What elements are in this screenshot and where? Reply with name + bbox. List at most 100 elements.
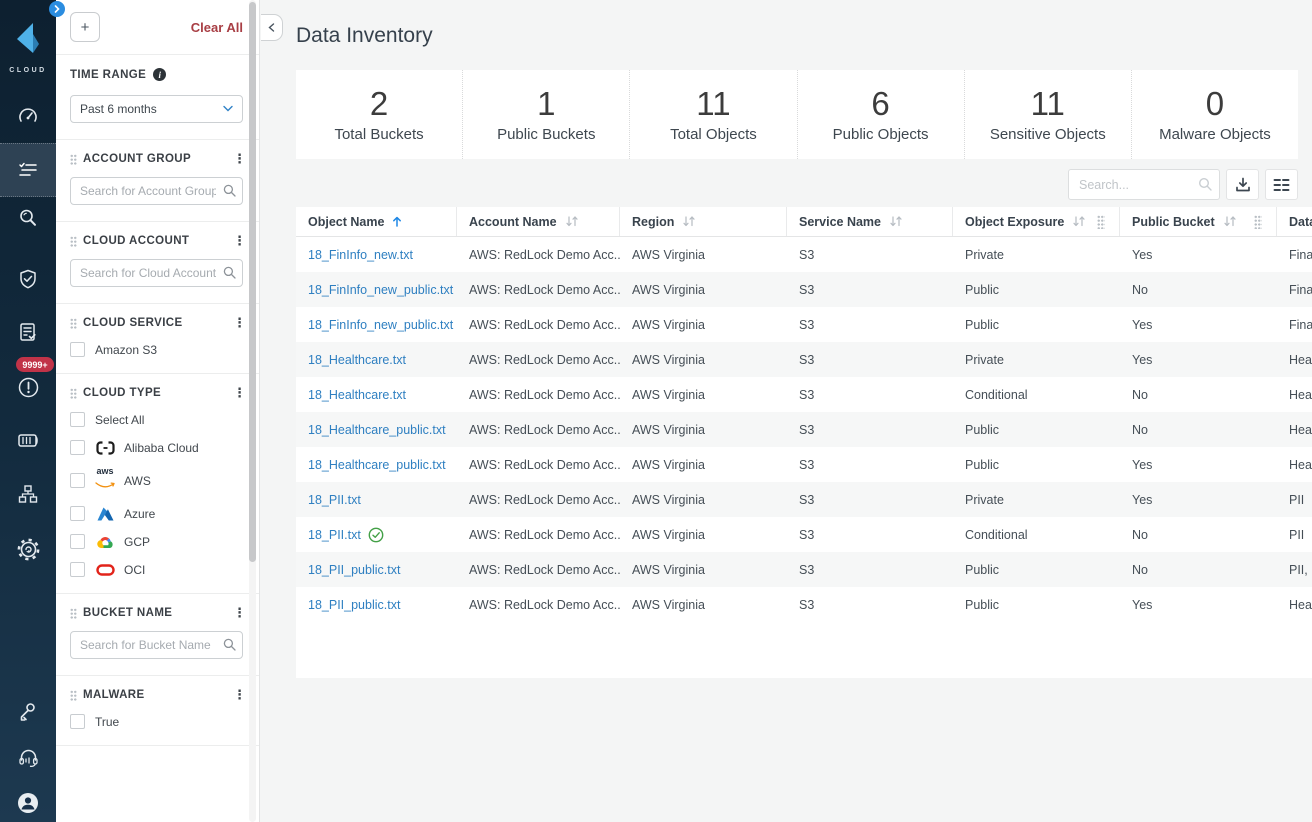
public-bucket-cell: No: [1132, 423, 1148, 437]
cloud-account-search-input[interactable]: [70, 259, 243, 287]
object-name-link[interactable]: 18_Healthcare.txt: [308, 388, 406, 402]
clear-all-filters-button[interactable]: Clear All: [191, 20, 243, 35]
sidebar-item-reports[interactable]: [0, 310, 56, 354]
stat-public-objects[interactable]: 6Public Objects: [797, 70, 964, 159]
column-header-region[interactable]: Region: [620, 207, 787, 236]
checkbox[interactable]: [70, 342, 85, 357]
section-menu-button[interactable]: ⋮: [233, 236, 243, 246]
stat-total-buckets[interactable]: 2Total Buckets: [296, 70, 462, 159]
region-cell: AWS Virginia: [632, 353, 705, 367]
filter-section-malware: MALWARE⋮True: [56, 676, 259, 746]
checkbox-option-gcp[interactable]: GCP: [70, 534, 243, 549]
gcp-icon: [96, 535, 115, 549]
sort-icon[interactable]: [889, 216, 903, 227]
column-drag-handle-icon[interactable]: [1097, 215, 1105, 229]
column-header-object-name[interactable]: Object Name: [296, 207, 457, 236]
stat-value: 11: [696, 86, 730, 122]
checkbox[interactable]: [70, 562, 85, 577]
info-icon[interactable]: i: [153, 68, 166, 81]
checkbox-option-amazon-s3[interactable]: Amazon S3: [70, 342, 243, 357]
section-menu-button[interactable]: ⋮: [233, 318, 243, 328]
checkbox[interactable]: [70, 440, 85, 455]
column-label: Object Exposure: [965, 215, 1064, 229]
sidebar-item-profile[interactable]: [0, 781, 56, 822]
sort-ascending-icon[interactable]: [392, 216, 402, 227]
sidebar-item-network[interactable]: [0, 472, 56, 516]
sidebar-item-settings[interactable]: [0, 527, 56, 571]
checkbox-option-select-all[interactable]: Select All: [70, 412, 243, 427]
prisma-cloud-logo[interactable]: CLOUD: [0, 22, 56, 74]
sort-icon[interactable]: [565, 216, 579, 227]
bucket-name-search-input[interactable]: [70, 631, 243, 659]
sidebar-item-compute[interactable]: [0, 418, 56, 462]
column-drag-handle-icon[interactable]: [1254, 215, 1262, 229]
object-name-link[interactable]: 18_Healthcare.txt: [308, 353, 406, 367]
drag-handle-icon[interactable]: [70, 318, 77, 329]
checkbox[interactable]: [70, 412, 85, 427]
object-exposure-cell: Private: [965, 493, 1004, 507]
stat-sensitive-objects[interactable]: 11Sensitive Objects: [964, 70, 1131, 159]
sidebar-expand-toggle[interactable]: [49, 1, 65, 17]
object-name-link[interactable]: 18_FinInfo_new_public.txt: [308, 283, 453, 297]
download-button[interactable]: [1226, 169, 1259, 200]
sidebar-item-inventory[interactable]: [0, 148, 56, 192]
column-settings-button[interactable]: [1265, 169, 1298, 200]
checkbox-option-oci[interactable]: OCI: [70, 562, 243, 577]
data-profile-cell: Financ: [1289, 248, 1312, 262]
sidebar-item-compliance[interactable]: [0, 257, 56, 301]
section-menu-button[interactable]: ⋮: [233, 388, 243, 398]
filter-scrollbar-thumb[interactable]: [249, 2, 256, 562]
checkbox[interactable]: [70, 506, 85, 521]
checkbox-option-aws[interactable]: awsAWS: [70, 468, 243, 493]
section-menu-button[interactable]: ⋮: [233, 690, 243, 700]
object-name-link[interactable]: 18_Healthcare_public.txt: [308, 423, 446, 437]
sidebar-item-support[interactable]: [0, 736, 56, 780]
drag-handle-icon[interactable]: [70, 154, 77, 165]
summary-stats-card: 2Total Buckets1Public Buckets11Total Obj…: [296, 70, 1298, 159]
object-name-link[interactable]: 18_PII.txt: [308, 493, 361, 507]
drag-handle-icon[interactable]: [70, 608, 77, 619]
public-bucket-cell: Yes: [1132, 598, 1152, 612]
sort-icon[interactable]: [1072, 216, 1086, 227]
stat-malware-objects[interactable]: 0Malware Objects: [1131, 70, 1298, 159]
checkbox[interactable]: [70, 714, 85, 729]
column-header-data-profile[interactable]: Data Profile: [1277, 207, 1312, 236]
sort-icon[interactable]: [1223, 216, 1237, 227]
section-menu-button[interactable]: ⋮: [233, 608, 243, 618]
checkbox-option-true[interactable]: True: [70, 714, 243, 729]
time-range-select[interactable]: Past 6 months: [70, 95, 243, 123]
checkbox-option-alibaba-cloud[interactable]: Alibaba Cloud: [70, 440, 243, 455]
account-group-search-input[interactable]: [70, 177, 243, 205]
object-name-link[interactable]: 18_FinInfo_new_public.txt: [308, 318, 453, 332]
data-profile-cell: Health: [1289, 458, 1312, 472]
drag-handle-icon[interactable]: [70, 690, 77, 701]
checkbox-option-azure[interactable]: Azure: [70, 506, 243, 521]
checkbox[interactable]: [70, 473, 85, 488]
sidebar-item-dashboard[interactable]: [0, 95, 56, 139]
account-name-cell: AWS: RedLock Demo Acc...: [469, 423, 620, 437]
section-menu-button[interactable]: ⋮: [233, 154, 243, 164]
drag-handle-icon[interactable]: [70, 236, 77, 247]
collapse-filters-button[interactable]: [261, 14, 283, 41]
data-profile-cell: Health: [1289, 388, 1312, 402]
sort-icon[interactable]: [682, 216, 696, 227]
dashboard-gauge-icon: [17, 106, 39, 128]
object-name-link[interactable]: 18_PII_public.txt: [308, 598, 400, 612]
object-name-link[interactable]: 18_FinInfo_new.txt: [308, 248, 413, 262]
checkbox[interactable]: [70, 534, 85, 549]
column-header-service-name[interactable]: Service Name: [787, 207, 953, 236]
stat-total-objects[interactable]: 11Total Objects: [629, 70, 796, 159]
object-name-link[interactable]: 18_Healthcare_public.txt: [308, 458, 446, 472]
column-header-account-name[interactable]: Account Name: [457, 207, 620, 236]
sidebar-item-search[interactable]: [0, 196, 56, 240]
drag-handle-icon[interactable]: [70, 388, 77, 399]
sidebar-item-access-keys[interactable]: [0, 690, 56, 734]
add-filter-button[interactable]: +: [70, 12, 100, 42]
page-title: Data Inventory: [296, 24, 433, 48]
stat-public-buckets[interactable]: 1Public Buckets: [462, 70, 629, 159]
column-header-object-exposure[interactable]: Object Exposure: [953, 207, 1120, 236]
object-name-link[interactable]: 18_PII.txt: [308, 528, 361, 542]
checkbox-label: Azure: [124, 507, 155, 521]
object-name-link[interactable]: 18_PII_public.txt: [308, 563, 400, 577]
column-header-public-bucket[interactable]: Public Bucket: [1120, 207, 1277, 236]
